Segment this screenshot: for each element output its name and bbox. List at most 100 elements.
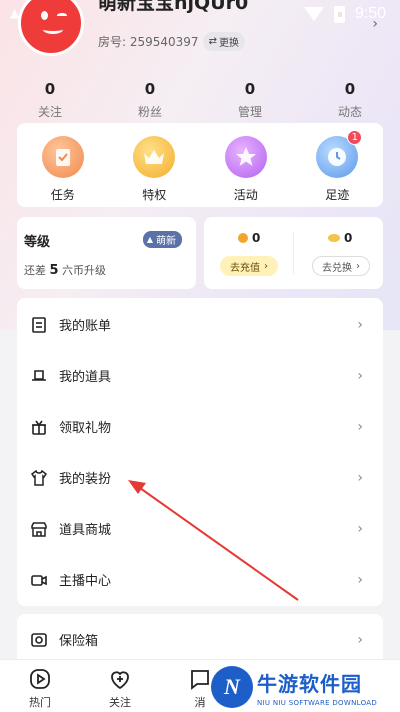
chevron-right-icon: › bbox=[357, 418, 363, 435]
chevron-right-icon: › bbox=[357, 367, 363, 384]
stat-manage[interactable]: 0 管理 bbox=[200, 80, 300, 120]
clock-icon: 1 bbox=[316, 130, 363, 178]
exchange-label: 去兑换 bbox=[322, 262, 352, 274]
chevron-right-icon: › bbox=[357, 469, 363, 486]
recharge-button[interactable]: 去充值 › bbox=[220, 256, 278, 276]
stat-moments[interactable]: 0 动态 bbox=[300, 80, 400, 120]
safe-icon bbox=[31, 632, 47, 647]
menu-label: 领取礼物 bbox=[59, 421, 112, 436]
features-card: 任务 特权 活动 1 足迹 bbox=[17, 123, 383, 207]
level-progress-suffix: 六币升级 bbox=[62, 264, 107, 277]
stat-label: 管理 bbox=[237, 105, 262, 119]
feature-task[interactable]: 任务 bbox=[17, 123, 109, 207]
level-badge-icon: ▲ bbox=[146, 235, 153, 244]
feature-label: 特权 bbox=[142, 188, 167, 202]
level-card[interactable]: 等级 ▲ 萌新 还差 5 六币升级 bbox=[17, 217, 196, 289]
menu-card: 我的账单 › 我的道具 › 领取礼物 › 我的装扮 › 道具商城 › 主播中心 … bbox=[17, 298, 383, 606]
menu-label: 我的装扮 bbox=[59, 472, 112, 487]
camera-icon bbox=[31, 574, 47, 586]
switch-icon: ⇄ bbox=[208, 36, 217, 47]
chevron-right-icon: › bbox=[357, 571, 363, 588]
menu-label: 我的账单 bbox=[59, 319, 112, 334]
chevron-right-icon: › bbox=[264, 260, 268, 272]
switch-button[interactable]: ⇄ 更换 bbox=[202, 32, 245, 51]
menu-item-safe[interactable]: 保险箱 › bbox=[17, 614, 383, 665]
message-icon bbox=[191, 670, 209, 690]
play-icon bbox=[30, 669, 50, 689]
recharge-label: 去充值 bbox=[230, 262, 260, 274]
crown-icon bbox=[133, 136, 176, 178]
watermark: N 牛游软件园 NIU NIU SOFTWARE DOWNLOAD bbox=[211, 662, 400, 712]
watermark-logo-icon: N bbox=[211, 666, 253, 708]
coin-a: 0 bbox=[238, 231, 260, 245]
stat-fans[interactable]: 0 粉丝 bbox=[100, 80, 200, 120]
feature-activity[interactable]: 活动 bbox=[200, 123, 292, 207]
feature-label: 活动 bbox=[233, 188, 258, 202]
stat-following[interactable]: 0 关注 bbox=[0, 80, 100, 120]
menu-item-shop[interactable]: 道具商城 › bbox=[17, 503, 383, 554]
status-time: 9:50 bbox=[354, 5, 386, 22]
coin-b: 0 bbox=[328, 231, 352, 245]
nav-label: 消 bbox=[194, 696, 206, 709]
menu-item-bill[interactable]: 我的账单 › bbox=[17, 299, 383, 350]
profile-chevron-icon[interactable]: › bbox=[372, 16, 378, 32]
chevron-right-icon: › bbox=[357, 520, 363, 537]
star-icon bbox=[224, 136, 267, 178]
room-number: 房号: 259540397 bbox=[98, 35, 199, 49]
level-badge-label: 萌新 bbox=[156, 236, 176, 247]
chevron-right-icon: › bbox=[356, 260, 360, 272]
chevron-right-icon: › bbox=[357, 316, 363, 333]
level-progress-prefix: 还差 bbox=[24, 264, 46, 277]
coin-card: 0 0 去充值 › 去兑换 › bbox=[204, 217, 383, 289]
chevron-right-icon: › bbox=[357, 631, 363, 648]
level-progress: 还差 5 六币升级 bbox=[24, 262, 106, 278]
coin-a-icon bbox=[238, 233, 248, 243]
menu-item-props[interactable]: 我的道具 › bbox=[17, 350, 383, 401]
menu-item-outfit[interactable]: 我的装扮 › bbox=[17, 452, 383, 503]
menu-label: 道具商城 bbox=[59, 523, 112, 538]
nav-follow[interactable]: 关注 bbox=[98, 667, 142, 710]
heart-plus-icon bbox=[111, 671, 129, 690]
menu-label: 我的道具 bbox=[59, 370, 112, 385]
bill-icon bbox=[32, 316, 46, 333]
footprint-badge: 1 bbox=[347, 130, 363, 145]
nav-hot[interactable]: 热门 bbox=[18, 667, 62, 710]
gift-icon bbox=[32, 420, 46, 435]
exchange-button[interactable]: 去兑换 › bbox=[312, 256, 370, 276]
watermark-subtitle: NIU NIU SOFTWARE DOWNLOAD bbox=[257, 698, 378, 707]
watermark-title: 牛游软件园 bbox=[257, 671, 362, 696]
menu-label: 主播中心 bbox=[59, 574, 112, 589]
menu-item-streamer[interactable]: 主播中心 › bbox=[17, 554, 383, 605]
feature-footprint[interactable]: 1 足迹 bbox=[292, 123, 384, 207]
feature-label: 足迹 bbox=[325, 188, 350, 202]
username: 萌新宝宝hjQUr0 bbox=[98, 0, 249, 14]
switch-label: 更换 bbox=[218, 38, 239, 49]
level-title: 等级 bbox=[24, 235, 51, 250]
menu-label: 保险箱 bbox=[59, 634, 99, 649]
stat-value: 0 bbox=[44, 80, 56, 98]
coin-b-icon bbox=[328, 234, 340, 242]
stat-value: 0 bbox=[344, 80, 356, 98]
feature-privilege[interactable]: 特权 bbox=[109, 123, 201, 207]
level-progress-value: 5 bbox=[49, 263, 59, 278]
shop-icon bbox=[31, 521, 47, 537]
stat-label: 动态 bbox=[337, 105, 362, 119]
stat-value: 0 bbox=[244, 80, 256, 98]
battery-icon bbox=[333, 5, 345, 23]
stat-label: 粉丝 bbox=[137, 105, 162, 119]
nav-label: 热门 bbox=[29, 696, 51, 709]
hat-icon bbox=[32, 369, 46, 381]
task-icon bbox=[41, 136, 84, 178]
nav-label: 关注 bbox=[109, 696, 131, 709]
room-info: 房号: 259540397 ⇄ 更换 bbox=[98, 32, 245, 51]
shirt-icon bbox=[30, 469, 48, 486]
wifi-icon bbox=[303, 7, 324, 21]
stats-row: 0 关注 0 粉丝 0 管理 0 动态 bbox=[0, 80, 400, 120]
level-badge: ▲ 萌新 bbox=[142, 231, 182, 248]
feature-label: 任务 bbox=[50, 188, 75, 202]
menu-item-gift[interactable]: 领取礼物 › bbox=[17, 401, 383, 452]
stat-label: 关注 bbox=[37, 105, 62, 119]
coin-divider bbox=[293, 232, 294, 274]
stat-value: 0 bbox=[144, 80, 156, 98]
coin-a-value: 0 bbox=[252, 231, 261, 245]
